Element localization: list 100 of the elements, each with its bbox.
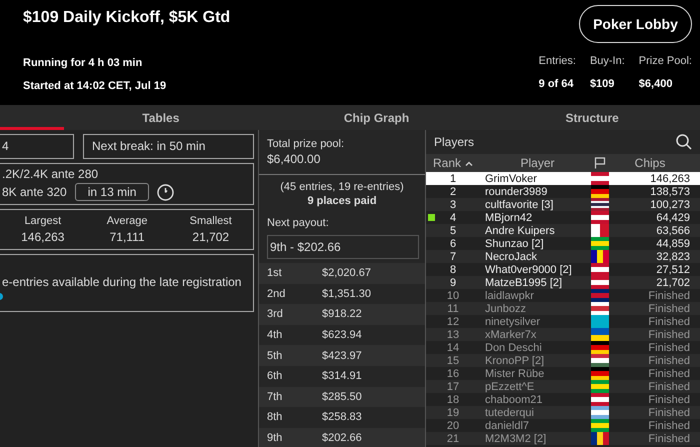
chips-cell-text: Finished [647, 316, 691, 328]
tab[interactable]: Chip Graph [268, 105, 484, 130]
next-blinds: 8K ante 320 [2, 185, 67, 199]
rank-cell-text: 5 [448, 224, 458, 236]
flag-icon [591, 367, 609, 380]
player-name: M2M3M2 [2] [484, 432, 548, 444]
player-name: tutederqui [484, 406, 535, 418]
player-row[interactable]: 13 xMarker7x Finished [426, 328, 700, 341]
payout-amount: $1,351.30 [322, 288, 371, 300]
player-name: MatzeB1995 [2] [484, 276, 564, 288]
clock-icon [157, 184, 174, 200]
tab[interactable]: Structure [484, 105, 700, 130]
poker-lobby-button[interactable]: Poker Lobby [579, 5, 692, 43]
player-name: cultfavorite [3] [484, 198, 554, 210]
chips-cell-text: Finished [647, 328, 691, 340]
player-name: Don Deschi [484, 342, 543, 354]
payout-amount: $202.66 [322, 432, 362, 444]
payout-place: 8th [267, 411, 284, 424]
chips-cell-text: 138,573 [649, 186, 691, 198]
player-row[interactable]: 4 MBjorn42 64,429 [426, 211, 700, 224]
player-row[interactable]: 6 Shunzao [2] 44,859 [426, 237, 700, 250]
player-name: laidlawpkr [484, 290, 535, 302]
payout-place: 5th [267, 350, 284, 362]
player-name: chaboom21 [484, 394, 544, 406]
stack-label: Average [106, 215, 148, 227]
payout-place: 7th [267, 390, 284, 403]
flag-icon [591, 185, 609, 198]
flag-icon [591, 289, 609, 302]
player-row[interactable]: 7 NecroJack 32,823 [426, 250, 700, 263]
stack-value: 146,263 [21, 230, 64, 244]
player-name: ninetysilver [484, 316, 542, 328]
stat-value: $6,400 [638, 78, 674, 90]
current-blinds: .2K/2.4K ante 280 [2, 167, 100, 181]
next-payout-field: 9th - $202.66 [267, 235, 419, 259]
stat-label: Prize Pool: [638, 55, 692, 67]
player-row[interactable]: 17 pEzzett^E Finished [426, 380, 700, 393]
player-row[interactable]: 18 chaboom21 Finished [426, 393, 700, 406]
payout-place: 3rd [267, 308, 284, 320]
player-row[interactable]: 12 ninetysilver Finished [426, 315, 700, 328]
player-row[interactable]: 3 cultfavorite [3] 100,273 [426, 198, 700, 211]
payout-place: 9th [267, 432, 284, 444]
player-row[interactable]: 8 What0ver9000 [2] 27,512 [426, 263, 700, 276]
player-row[interactable]: 16 Mister Rübe Finished [426, 367, 700, 380]
player-row[interactable]: 11 Junbozz Finished [426, 302, 700, 315]
column-header[interactable]: Chips [610, 156, 692, 170]
tab[interactable]: Tables [53, 105, 269, 130]
flag-icon [591, 263, 609, 276]
flag-column-icon[interactable] [594, 157, 606, 169]
player-row[interactable]: 5 Andre Kuipers 63,566 [426, 224, 700, 237]
rank-cell-text: 3 [448, 198, 458, 210]
payout-amount: $423.97 [322, 350, 362, 362]
player-name: NecroJack [484, 250, 538, 262]
chips-cell-text: 64,429 [655, 212, 691, 224]
payout-place: 1st [267, 267, 283, 280]
flag-icon [591, 406, 609, 419]
rank-cell-text: 13 [446, 328, 460, 340]
player-row[interactable]: 10 laidlawpkr Finished [426, 289, 700, 302]
column-header[interactable]: Rank [432, 156, 461, 170]
stat-label: Entries: [538, 55, 576, 67]
player-row[interactable]: 19 tutederqui Finished [426, 406, 700, 419]
player-name: What0ver9000 [2] [484, 264, 573, 276]
next-break-field: Next break: in 50 min [83, 134, 254, 159]
player-name: MBjorn42 [484, 212, 534, 224]
level-timer: in 13 min [74, 183, 150, 201]
chips-cell-text: Finished [647, 406, 691, 418]
rank-cell-text: 18 [446, 394, 460, 406]
chips-cell-text: Finished [647, 394, 691, 406]
rank-cell-text: 6 [448, 238, 458, 250]
player-name: Mister Rübe [484, 368, 546, 380]
payout-amount: $623.94 [322, 329, 362, 342]
flag-icon [591, 211, 609, 224]
flag-icon [591, 419, 609, 432]
player-row[interactable]: 14 Don Deschi Finished [426, 341, 700, 354]
rank-cell-text: 10 [446, 290, 460, 302]
tournament-title: $109 Daily Kickoff, $5K Gtd [23, 9, 230, 27]
places-paid: 9 places paid [306, 195, 378, 207]
chips-cell-text: 44,859 [655, 238, 691, 250]
rank-cell-text: 11 [446, 302, 460, 314]
rank-cell-text: 16 [446, 368, 460, 380]
player-row[interactable]: 2 rounder3989 138,573 [426, 185, 700, 198]
chips-cell-text: Finished [647, 354, 691, 366]
rank-cell-text: 20 [446, 420, 460, 432]
note-text: e-entries available during the late registration [2, 275, 242, 289]
player-row[interactable]: 15 KronoPP [2] Finished [426, 354, 700, 367]
next-payout-label: Next payout: [266, 216, 330, 229]
flag-icon [591, 302, 609, 315]
player-row[interactable]: 1 GrimVoker 146,263 [426, 172, 700, 185]
rank-cell-text: 2 [448, 186, 458, 198]
payout-amount: $2,020.67 [322, 267, 371, 280]
payout-amount: $285.50 [322, 390, 362, 403]
column-header[interactable]: Player [480, 156, 590, 170]
player-row[interactable]: 9 MatzeB1995 [2] 21,702 [426, 276, 700, 289]
player-row[interactable]: 20 danieldl7 Finished [426, 419, 700, 432]
sort-caret-icon [465, 160, 473, 166]
search-icon[interactable] [676, 134, 692, 150]
rank-cell-text: 8 [448, 264, 458, 276]
chips-cell-text: Finished [647, 432, 691, 444]
payout-amount: $314.91 [322, 370, 362, 382]
player-row[interactable]: 21 M2M3M2 [2] Finished [426, 432, 700, 445]
player-name: xMarker7x [484, 328, 538, 340]
